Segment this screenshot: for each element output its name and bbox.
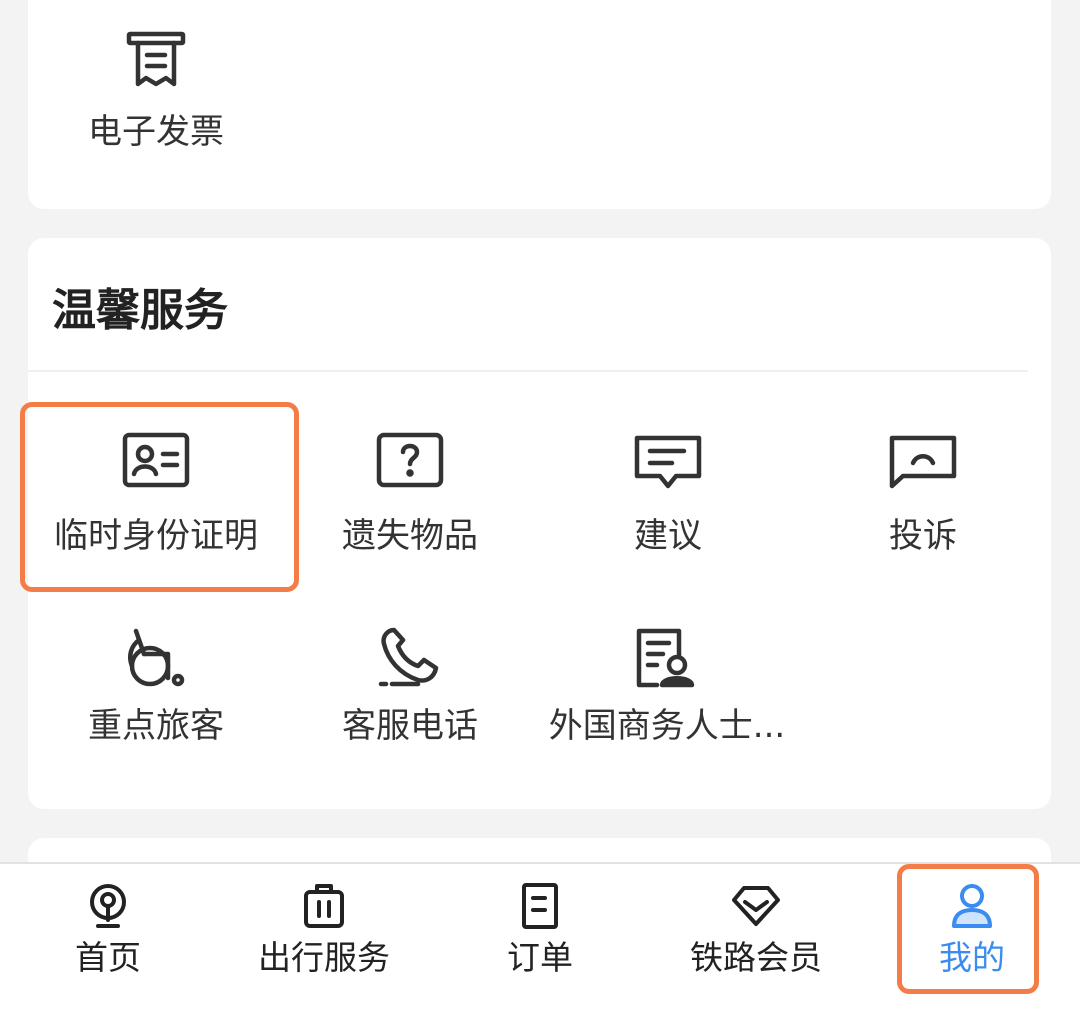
tab-home[interactable]: 首页 bbox=[0, 882, 216, 978]
tab-orders[interactable]: 订单 bbox=[432, 882, 648, 978]
suggestion-item[interactable]: 建议 bbox=[560, 430, 776, 556]
order-document-icon bbox=[432, 882, 648, 930]
receipt-icon bbox=[58, 28, 254, 92]
tab-orders-label: 订单 bbox=[507, 938, 573, 977]
bottom-tab-bar: 首页 出行服务 订单 铁路会员 我的 bbox=[0, 862, 1080, 1017]
customer-service-phone-label: 客服电话 bbox=[342, 706, 478, 746]
tab-travel-service[interactable]: 出行服务 bbox=[216, 882, 432, 978]
lost-items-item[interactable]: 遗失物品 bbox=[302, 430, 518, 556]
tab-home-label: 首页 bbox=[75, 938, 141, 977]
lost-items-label: 遗失物品 bbox=[342, 516, 478, 556]
wheelchair-icon bbox=[48, 626, 264, 690]
railway-logo-icon bbox=[0, 882, 216, 930]
e-invoice-label: 电子发票 bbox=[88, 112, 224, 152]
priority-passenger-label: 重点旅客 bbox=[88, 706, 224, 746]
question-box-icon bbox=[302, 430, 518, 490]
diamond-icon bbox=[648, 882, 864, 930]
section-divider bbox=[28, 370, 1028, 372]
foreign-business-person-label: 外国商务人士... bbox=[548, 706, 786, 746]
temp-id-highlight-box bbox=[20, 402, 299, 592]
luggage-icon bbox=[216, 882, 432, 930]
tab-travel-service-label: 出行服务 bbox=[258, 938, 390, 977]
phone-icon bbox=[302, 626, 518, 690]
customer-service-phone-item[interactable]: 客服电话 bbox=[302, 626, 518, 746]
foreign-business-person-item[interactable]: 外国商务人士... bbox=[536, 626, 798, 746]
document-person-icon bbox=[536, 626, 798, 690]
complaint-item[interactable]: 投诉 bbox=[815, 430, 1031, 556]
e-invoice-item[interactable]: 电子发票 bbox=[58, 28, 254, 152]
message-lines-icon bbox=[560, 430, 776, 492]
complaint-label: 投诉 bbox=[889, 516, 957, 556]
suggestion-label: 建议 bbox=[634, 516, 702, 556]
tab-mine-highlight-box bbox=[897, 864, 1039, 994]
sad-message-icon bbox=[815, 430, 1031, 492]
priority-passenger-item[interactable]: 重点旅客 bbox=[48, 626, 264, 746]
tab-railway-member-label: 铁路会员 bbox=[690, 938, 822, 977]
section-title: 温馨服务 bbox=[52, 285, 228, 336]
tab-railway-member[interactable]: 铁路会员 bbox=[648, 882, 864, 978]
